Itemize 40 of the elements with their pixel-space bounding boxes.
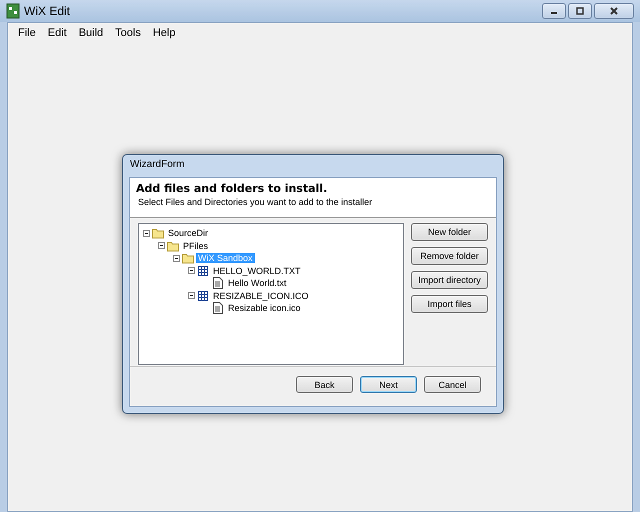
grid-icon xyxy=(197,264,209,277)
expander-icon[interactable] xyxy=(188,292,195,300)
menu-item[interactable]: Tools xyxy=(109,26,147,40)
action-button[interactable]: Import files xyxy=(411,295,488,313)
tree-item[interactable]: PFiles xyxy=(181,240,210,251)
menu-item[interactable]: Build xyxy=(72,26,110,40)
tree-item[interactable]: HELLO_WORLD.TXT xyxy=(211,266,303,276)
expander-icon[interactable] xyxy=(188,267,195,274)
app-icon xyxy=(6,3,20,19)
action-button[interactable]: Remove folder xyxy=(411,247,488,265)
close-icon xyxy=(609,6,619,16)
nav-button[interactable]: Cancel xyxy=(424,376,481,393)
tree-item[interactable]: Resizable icon.ico xyxy=(226,303,303,314)
document-icon xyxy=(212,277,224,290)
expander-icon[interactable] xyxy=(158,242,165,250)
expander-icon[interactable] xyxy=(143,230,150,237)
nav-button[interactable]: Next xyxy=(360,376,417,393)
folder-icon xyxy=(152,227,164,240)
action-button[interactable]: Import directory xyxy=(411,271,488,289)
dialog-title: WizardForm xyxy=(129,158,186,172)
tree-item[interactable]: RESIZABLE_ICON.ICO xyxy=(211,290,311,301)
expander-icon[interactable] xyxy=(173,254,180,262)
minimize-button[interactable] xyxy=(542,3,566,19)
tree-item[interactable]: Hello World.txt xyxy=(226,278,288,288)
document-icon xyxy=(212,302,224,314)
maximize-button[interactable] xyxy=(568,3,592,19)
menu-item[interactable]: Help xyxy=(146,26,182,40)
folder-icon xyxy=(182,252,194,264)
close-button[interactable] xyxy=(594,3,634,19)
nav-button[interactable]: Back xyxy=(296,376,353,393)
dialog-subheading: Select Files and Directories you want to add to the installer xyxy=(137,197,374,207)
maximize-icon xyxy=(575,6,585,16)
menu-item[interactable]: File xyxy=(12,26,42,40)
window-title: WiX Edit xyxy=(24,4,70,18)
grid-icon xyxy=(197,290,209,302)
menu-item[interactable]: Edit xyxy=(42,26,73,40)
folder-icon xyxy=(167,240,179,252)
action-button[interactable]: New folder xyxy=(411,223,488,241)
dialog-heading: Add files and folders to install. xyxy=(136,182,328,195)
tree-item[interactable]: SourceDir xyxy=(166,228,210,238)
